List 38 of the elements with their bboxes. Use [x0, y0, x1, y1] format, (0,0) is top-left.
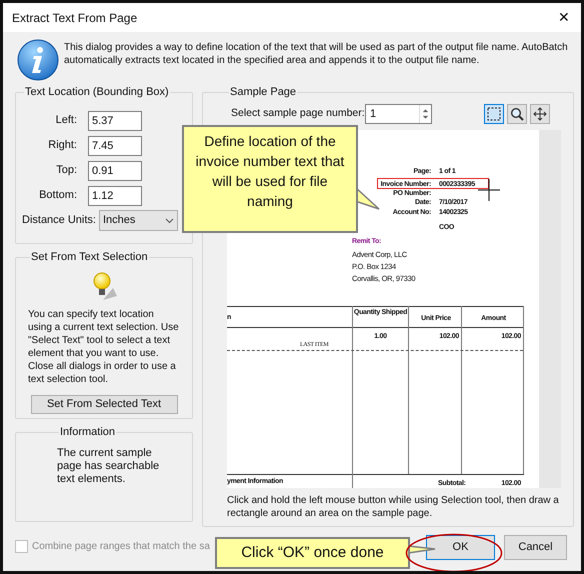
- field-label: Right:: [47, 138, 78, 154]
- number-field[interactable]: 0.91: [88, 160, 142, 180]
- checkbox-label: Combine page ranges that match the sa: [32, 540, 210, 554]
- set-from-selected-text-button[interactable]: Set From Selected Text: [30, 394, 178, 414]
- cancel-button[interactable]: Cancel: [504, 535, 567, 560]
- hint-text: Click and hold the left mouse button while using Selection tool, then draw a rectangle around an area on the sample page.: [227, 494, 560, 520]
- number-field[interactable]: 7.45: [88, 136, 142, 156]
- callout-text: Define location of the invoice number text that will be used for file naming: [182, 125, 358, 233]
- field-label: Select sample page number:: [231, 106, 365, 121]
- callout-text: Click “OK” once done: [215, 537, 410, 569]
- ok-button[interactable]: OK: [426, 535, 495, 560]
- field-label: Left:: [54, 113, 78, 128]
- chevron-down-icon: [165, 218, 174, 224]
- intro-text: This dialog provides a way to define location of the text that will be used as part of the output file name. AutoBatch automatically extracts text located in the specified area and appends it to the output file name.: [64, 41, 569, 68]
- number-field[interactable]: 1.12: [88, 186, 142, 206]
- help-text: You can specify text location using a current text selection. Use "Select Text" tool to select a text element that you want to use. Close all dialogs in order to use a text selection tool.: [28, 308, 180, 386]
- field-label: Bottom:: [38, 188, 78, 204]
- group-title: Sample Page: [229, 85, 298, 100]
- checkbox[interactable]: [15, 540, 28, 553]
- pan-tool-button[interactable]: [530, 104, 550, 124]
- selection-tool-button[interactable]: [484, 104, 504, 124]
- zoom-tool-button[interactable]: [507, 104, 527, 124]
- units-dropdown[interactable]: Inches: [99, 210, 178, 231]
- group-title: Information: [59, 425, 116, 440]
- spin-arrows-icon: [419, 104, 431, 122]
- info-icon: [17, 39, 59, 81]
- group-title: Text Location (Bounding Box): [24, 85, 170, 100]
- page-number-spinner[interactable]: 1: [365, 104, 432, 124]
- window-title: Extract Text From Page: [12, 10, 138, 26]
- field-label: Distance Units:: [22, 213, 97, 228]
- information-text: The current sample page has searchable text elements.: [57, 446, 160, 486]
- field-label: Top:: [55, 163, 78, 178]
- callout-pointer: [408, 544, 436, 556]
- light-bulb-icon: [91, 272, 117, 300]
- close-button[interactable]: ✕: [553, 6, 575, 28]
- number-field[interactable]: 5.37: [88, 110, 142, 130]
- crosshair-cursor-icon: [478, 178, 500, 200]
- group-title: Set From Text Selection: [30, 250, 149, 265]
